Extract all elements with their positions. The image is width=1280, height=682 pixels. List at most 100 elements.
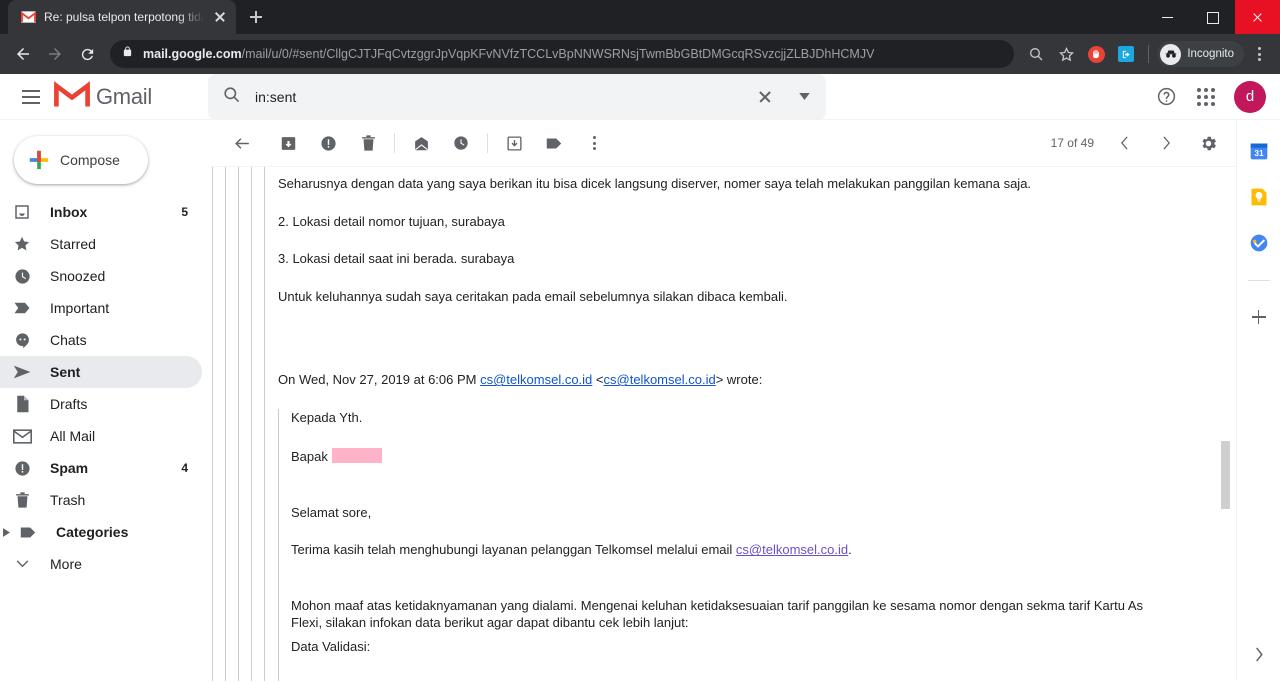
browser-window: Re: pulsa telpon terpotong tidak mail.go… (0, 0, 1280, 682)
search-bar[interactable] (208, 73, 826, 120)
more-options-button[interactable] (574, 123, 614, 163)
sender-email-link-1[interactable]: cs@telkomsel.co.id (480, 372, 592, 387)
quote-level-4: Seharusnya dengan data yang saya berikan… (251, 167, 1236, 681)
content-scrollbar[interactable] (1220, 167, 1232, 681)
omnibox-search-icon[interactable] (1022, 40, 1050, 68)
next-message-button[interactable] (1146, 123, 1186, 163)
gmail-logo[interactable]: Gmail (54, 80, 204, 113)
browser-tab[interactable]: Re: pulsa telpon terpotong tidak (8, 0, 236, 34)
incognito-indicator[interactable]: Incognito (1157, 41, 1244, 67)
browser-toolbar: mail.google.com/mail/u/0/#sent/CllgCJTJF… (0, 34, 1280, 74)
quoted-name-prefix: Bapak (291, 449, 328, 465)
plus-icon (28, 149, 50, 171)
quoted-message: Kepada Yth. Bapak Selamat sore, Terima k… (278, 408, 1236, 681)
sidebar: Compose Inbox 5 Starred Snoozed Importan… (0, 120, 212, 681)
search-options-chevron-icon[interactable] (792, 85, 816, 109)
sidebar-item-drafts[interactable]: Drafts (0, 388, 202, 420)
minimize-button[interactable] (1145, 0, 1190, 34)
sidebar-item-chats[interactable]: Chats (0, 324, 202, 356)
back-button[interactable] (8, 39, 38, 69)
sidebar-item-categories[interactable]: Categories (0, 516, 202, 548)
address-bar[interactable]: mail.google.com/mail/u/0/#sent/CllgCJTJF… (110, 40, 1015, 68)
scrollbar-thumb[interactable] (1221, 441, 1230, 509)
quote-level-5: Seharusnya dengan data yang saya berikan… (264, 167, 1236, 681)
message-paragraph: Seharusnya dengan data yang saya berikan… (278, 176, 1032, 191)
sidebar-item-all-mail[interactable]: All Mail (0, 420, 202, 452)
apps-grid-icon[interactable] (1188, 79, 1224, 115)
avatar[interactable]: d (1234, 80, 1266, 113)
sidebar-item-inbox[interactable]: Inbox 5 (0, 196, 202, 228)
extension-blue-icon[interactable] (1112, 40, 1140, 68)
gmail-body: Compose Inbox 5 Starred Snoozed Importan… (0, 120, 1280, 681)
labels-button[interactable] (534, 123, 574, 163)
delete-button[interactable] (348, 123, 388, 163)
keep-icon[interactable] (1248, 186, 1270, 208)
new-tab-button[interactable] (242, 3, 270, 31)
url-text: mail.google.com/mail/u/0/#sent/CllgCJTJF… (143, 47, 874, 61)
tab-close-icon[interactable] (212, 9, 228, 25)
previous-message-button[interactable] (1104, 123, 1144, 163)
draft-icon (12, 395, 32, 413)
chevron-right-icon[interactable] (0, 527, 12, 537)
expand-panel-icon[interactable] (1254, 647, 1264, 667)
sidebar-item-starred[interactable]: Starred (0, 228, 202, 260)
clear-search-icon[interactable] (752, 84, 778, 110)
tab-strip: Re: pulsa telpon terpotong tidak (0, 0, 1280, 34)
message-paragraph: Untuk keluhannya sudah saya ceritakan pa… (278, 288, 788, 304)
calendar-icon[interactable]: 31 (1248, 140, 1270, 162)
reload-button[interactable] (72, 39, 102, 69)
sidebar-label: Important (50, 300, 110, 316)
quoted-apology: Mohon maaf atas ketidaknyamanan yang dia… (291, 597, 1144, 631)
close-window-button[interactable] (1235, 0, 1280, 34)
chrome-menu-button[interactable] (1246, 41, 1272, 67)
header-actions: d (1148, 79, 1266, 115)
move-to-inbox-button[interactable] (494, 123, 534, 163)
sender-email-link-2[interactable]: cs@telkomsel.co.id (604, 372, 716, 387)
clock-icon (12, 268, 32, 285)
sidebar-label: All Mail (50, 428, 96, 444)
back-to-list-button[interactable] (222, 123, 262, 163)
bookmark-star-icon[interactable] (1052, 40, 1080, 68)
url-path: /mail/u/0/#sent/CllgCJTJFqCvtzggrJpVqpKF… (241, 47, 875, 61)
search-input[interactable] (255, 88, 738, 105)
compose-button[interactable]: Compose (14, 136, 148, 184)
support-email-link[interactable]: cs@telkomsel.co.id (736, 542, 848, 557)
toolbar-divider (394, 133, 395, 153)
sidebar-label: Snoozed (50, 268, 106, 284)
main-menu-button[interactable] (8, 74, 54, 120)
gmail-logo-icon (54, 80, 90, 113)
report-spam-button[interactable] (308, 123, 348, 163)
toolbar-divider (1148, 45, 1150, 63)
incognito-label: Incognito (1187, 48, 1234, 60)
quote-level-1: Seharusnya dengan data yang saya berikan… (212, 167, 1236, 681)
sidebar-label: Drafts (50, 396, 88, 412)
extension-adblock-icon[interactable] (1082, 40, 1110, 68)
maximize-button[interactable] (1190, 0, 1235, 34)
sidebar-item-trash[interactable]: Trash (0, 484, 202, 516)
settings-gear-icon[interactable] (1188, 123, 1228, 163)
quoted-data-heading: Data Validasi: (291, 639, 371, 655)
sidebar-label: Spam (50, 460, 89, 476)
quoted-salutation: Kepada Yth. (291, 409, 363, 425)
sidebar-item-sent[interactable]: Sent (0, 356, 202, 388)
snooze-button[interactable] (441, 123, 481, 163)
help-icon[interactable] (1148, 79, 1184, 115)
gmail-app: Gmail in:sent d Compose Inbox 5 Starred … (0, 73, 1280, 682)
forward-button[interactable] (40, 39, 70, 69)
label-icon (18, 526, 38, 539)
archive-button[interactable] (268, 123, 308, 163)
quote-level-3: Seharusnya dengan data yang saya berikan… (238, 167, 1236, 681)
message-pager: 17 of 49 (1051, 123, 1228, 163)
quote-attribution: On Wed, Nov 27, 2019 at 6:06 PM cs@telko… (278, 371, 1236, 389)
sidebar-item-spam[interactable]: Spam 4 (0, 452, 202, 484)
spam-icon (12, 460, 32, 477)
mark-unread-button[interactable] (401, 123, 441, 163)
add-icon[interactable] (1249, 307, 1269, 327)
sidebar-item-snoozed[interactable]: Snoozed (0, 260, 202, 292)
tasks-icon[interactable] (1248, 232, 1270, 254)
sidebar-item-more[interactable]: More (0, 548, 202, 580)
chevron-down-icon (12, 560, 32, 568)
sidebar-item-important[interactable]: Important (0, 292, 202, 324)
